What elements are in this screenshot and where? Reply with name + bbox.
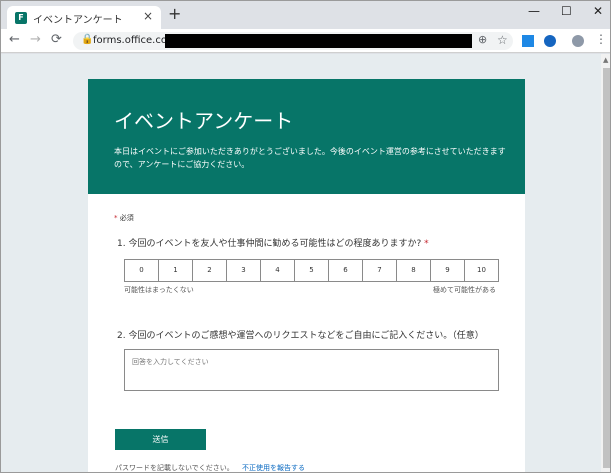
- new-tab-button[interactable]: +: [168, 6, 181, 22]
- page-content: イベントアンケート 本日はイベントにご参加いただきありがとうございました。今後の…: [1, 54, 601, 472]
- scale-option[interactable]: 0: [125, 260, 159, 281]
- scroll-up-icon[interactable]: ▲: [603, 56, 608, 64]
- scale-option[interactable]: 9: [431, 260, 465, 281]
- form-header: イベントアンケート 本日はイベントにご参加いただきありがとうございました。今後の…: [88, 79, 525, 194]
- forward-icon[interactable]: →: [30, 32, 41, 48]
- tab-strip: F イベントアンケート × + — ☐ ✕: [1, 1, 610, 30]
- page-scrollbar[interactable]: ▲: [601, 54, 610, 472]
- close-tab-icon[interactable]: ×: [143, 9, 153, 23]
- scale-option[interactable]: 3: [227, 260, 261, 281]
- scale-option[interactable]: 8: [397, 260, 431, 281]
- scale-option[interactable]: 5: [295, 260, 329, 281]
- windows-extension-icon[interactable]: [522, 35, 534, 47]
- required-label: 必須: [119, 214, 134, 222]
- form-title: イベントアンケート: [114, 109, 294, 133]
- zoom-icon[interactable]: ⊕: [478, 33, 487, 46]
- form-card: イベントアンケート 本日はイベントにご参加いただきありがとうございました。今後の…: [88, 79, 525, 472]
- extension-icon[interactable]: [544, 35, 556, 47]
- lock-icon: 🔒: [81, 34, 94, 45]
- reload-icon[interactable]: ⟳: [51, 32, 62, 48]
- redacted-url-region: [165, 34, 472, 48]
- scale-option[interactable]: 2: [193, 260, 227, 281]
- scale-low-label: 可能性はまったくない: [124, 286, 194, 294]
- required-asterisk: *: [114, 214, 118, 222]
- forms-favicon-icon: F: [15, 12, 27, 24]
- window-close-icon[interactable]: ✕: [593, 4, 603, 18]
- footer-note: パスワードを記載しないでください。: [115, 464, 234, 472]
- maximize-icon[interactable]: ☐: [561, 4, 572, 18]
- answer-textarea[interactable]: 回答を入力してください: [124, 349, 499, 391]
- scale-option[interactable]: 6: [329, 260, 363, 281]
- question-1-text: 1. 今回のイベントを友人や仕事仲間に勧める可能性はどの程度ありますか?: [117, 239, 422, 249]
- scale-option[interactable]: 7: [363, 260, 397, 281]
- browser-window: F イベントアンケート × + — ☐ ✕ ← → ⟳ 🔒 forms.offi…: [0, 0, 611, 473]
- nps-scale: 0 1 2 3 4 5 6 7 8 9 10: [124, 259, 499, 282]
- submit-button[interactable]: 送信: [115, 429, 206, 450]
- form-footer: パスワードを記載しないでください。 不正使用を報告する: [115, 463, 305, 472]
- question-1-required-marker: *: [424, 239, 429, 249]
- answer-placeholder: 回答を入力してください: [132, 358, 209, 366]
- browser-menu-icon[interactable]: ⋮: [595, 32, 607, 46]
- minimize-icon[interactable]: —: [528, 4, 540, 18]
- required-note: * 必須: [114, 213, 134, 223]
- scale-option[interactable]: 10: [465, 260, 498, 281]
- browser-toolbar: ← → ⟳ 🔒 forms.office.com/ ⊕ ☆ ⋮: [1, 29, 610, 53]
- form-description: 本日はイベントにご参加いただきありがとうございました。今後のイベント運営の参考に…: [114, 147, 506, 169]
- scroll-thumb[interactable]: [603, 68, 610, 468]
- question-1: 1. 今回のイベントを友人や仕事仲間に勧める可能性はどの程度ありますか? *: [117, 236, 429, 249]
- back-icon[interactable]: ←: [9, 32, 20, 48]
- scale-option[interactable]: 1: [159, 260, 193, 281]
- profile-avatar-icon[interactable]: [572, 35, 584, 47]
- report-abuse-link[interactable]: 不正使用を報告する: [242, 464, 305, 472]
- question-2-text: 2. 今回のイベントのご感想や運営へのリクエストなどをご自由にご記入ください。（…: [117, 331, 484, 341]
- address-bar[interactable]: 🔒 forms.office.com/ ⊕ ☆: [73, 32, 513, 50]
- scale-high-label: 極めて可能性がある: [433, 286, 496, 294]
- tab-title: イベントアンケート: [33, 15, 123, 26]
- scale-option[interactable]: 4: [261, 260, 295, 281]
- browser-tab[interactable]: F イベントアンケート ×: [7, 6, 161, 30]
- bookmark-star-icon[interactable]: ☆: [497, 33, 508, 47]
